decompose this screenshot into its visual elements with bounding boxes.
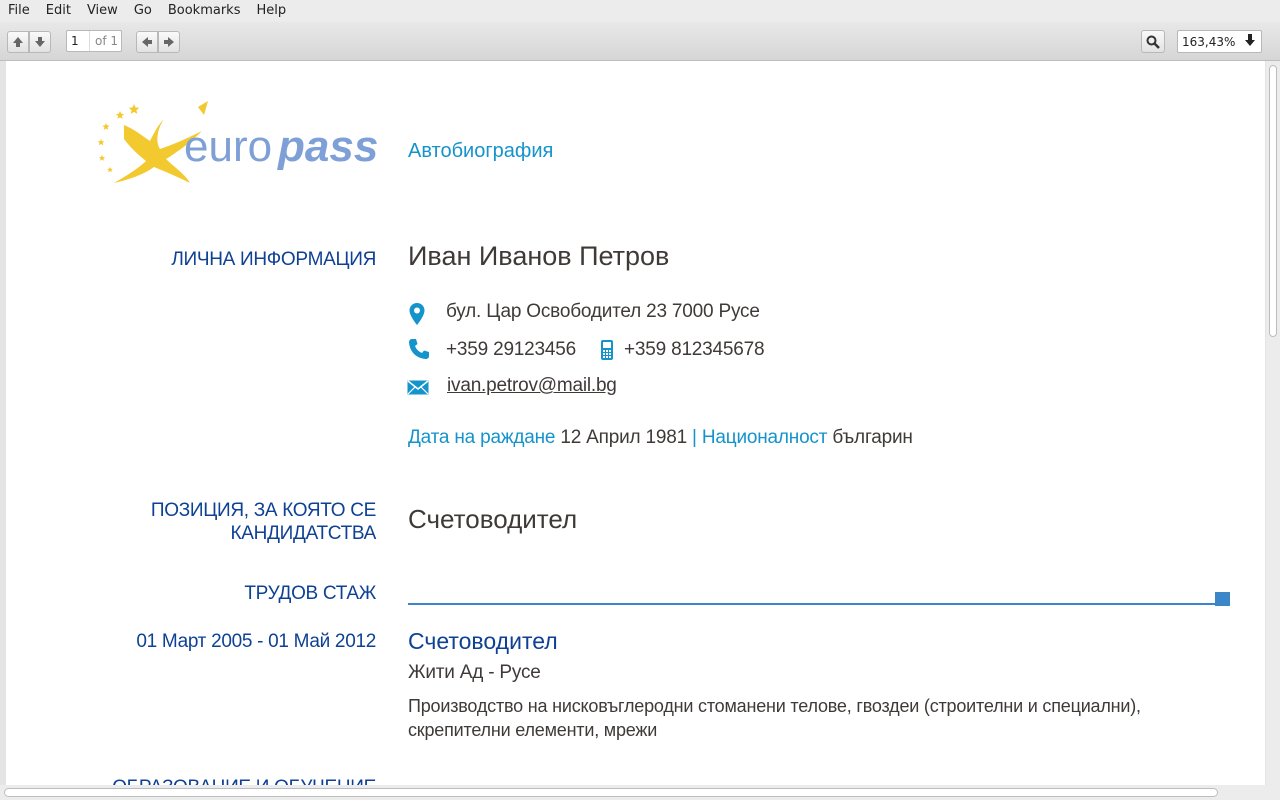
- page-number-field[interactable]: 1 of 1: [66, 30, 122, 52]
- arrow-right-icon: [164, 37, 174, 47]
- position-heading-line2: КАНДИДАТСТВА: [230, 523, 377, 544]
- job-title: Счетоводител: [408, 628, 558, 654]
- job-description-line1: Производство на нисковъглеродни стоманен…: [408, 696, 1141, 716]
- section-divider-marker: [1215, 592, 1230, 606]
- mobile-number: +359 812345678: [624, 339, 765, 360]
- position-value: Счетоводител: [408, 504, 578, 534]
- work-dates: 01 Март 2005 - 01 Май 2012: [136, 631, 376, 652]
- menu-help[interactable]: Help: [248, 0, 294, 22]
- personal-info-heading: ЛИЧНА ИНФОРМАЦИЯ: [171, 249, 376, 270]
- envelope-icon: [407, 380, 429, 399]
- section-divider: [408, 603, 1216, 605]
- birth-date-value: 12 Април 1981: [560, 427, 687, 448]
- menu-go[interactable]: Go: [126, 0, 160, 22]
- previous-page-button[interactable]: [7, 31, 29, 53]
- birth-date-label: Дата на раждане: [408, 427, 556, 448]
- education-heading: ОБРАЗОВАНИЕ И ОБУЧЕНИЕ: [112, 777, 376, 785]
- arrow-down-icon: [1244, 33, 1256, 51]
- vertical-scrollbar[interactable]: [1266, 61, 1280, 785]
- menu-view[interactable]: View: [79, 0, 126, 22]
- page-count-label: of 1: [95, 34, 119, 48]
- search-button[interactable]: [1141, 30, 1165, 53]
- history-back-button[interactable]: [136, 31, 158, 53]
- phone-number: +359 29123456: [446, 339, 577, 360]
- mobile-phone-icon: [600, 339, 614, 365]
- logo-pass-text: pass: [277, 122, 378, 171]
- page-number-input[interactable]: 1: [67, 31, 90, 51]
- horizontal-scrollbar[interactable]: [0, 785, 1280, 800]
- nationality-value: българин: [832, 427, 913, 448]
- arrow-down-icon: [35, 37, 45, 47]
- history-forward-button[interactable]: [158, 31, 180, 53]
- zoom-value: 163,43%: [1182, 34, 1236, 49]
- employer: Жити Ад - Русе: [408, 662, 541, 683]
- logo-euro-text: euro: [184, 122, 272, 171]
- horizontal-scroll-thumb[interactable]: [4, 788, 1218, 797]
- vertical-scroll-thumb[interactable]: [1269, 65, 1277, 337]
- toolbar: [0, 22, 1280, 61]
- phone-icon: [408, 338, 430, 364]
- full-name: Иван Иванов Петров: [408, 241, 670, 271]
- menu-file[interactable]: File: [0, 0, 38, 22]
- europass-logo: euro pass: [94, 99, 384, 187]
- arrow-up-icon: [13, 37, 23, 47]
- menu-bookmarks[interactable]: Bookmarks: [160, 0, 249, 22]
- menu-bar: File Edit View Go Bookmarks Help: [0, 0, 1280, 22]
- job-description-line2: скрепителни елементи, мрежи: [408, 720, 658, 740]
- position-heading-line1: ПОЗИЦИЯ, ЗА КОЯТО СЕ: [150, 500, 376, 521]
- arrow-left-icon: [142, 37, 152, 47]
- email-link[interactable]: ivan.petrov@mail.bg: [447, 375, 617, 397]
- document-title: Автобиография: [408, 140, 554, 162]
- next-page-button[interactable]: [29, 31, 51, 53]
- location-pin-icon: [408, 302, 426, 330]
- birth-nationality-line: Дата на раждане 12 Април 1981 | Национал…: [408, 427, 913, 449]
- work-experience-heading: ТРУДОВ СТАЖ: [244, 583, 376, 604]
- nationality-label: Националност: [701, 427, 828, 448]
- address: бул. Цар Освободител 23 7000 Русе: [446, 301, 760, 322]
- document-page: euro pass Автобиография ЛИЧНА ИНФОРМАЦИЯ…: [6, 61, 1265, 785]
- separator: |: [692, 427, 697, 448]
- menu-edit[interactable]: Edit: [38, 0, 79, 22]
- zoom-select[interactable]: 163,43%: [1177, 30, 1262, 53]
- search-icon: [1146, 35, 1160, 49]
